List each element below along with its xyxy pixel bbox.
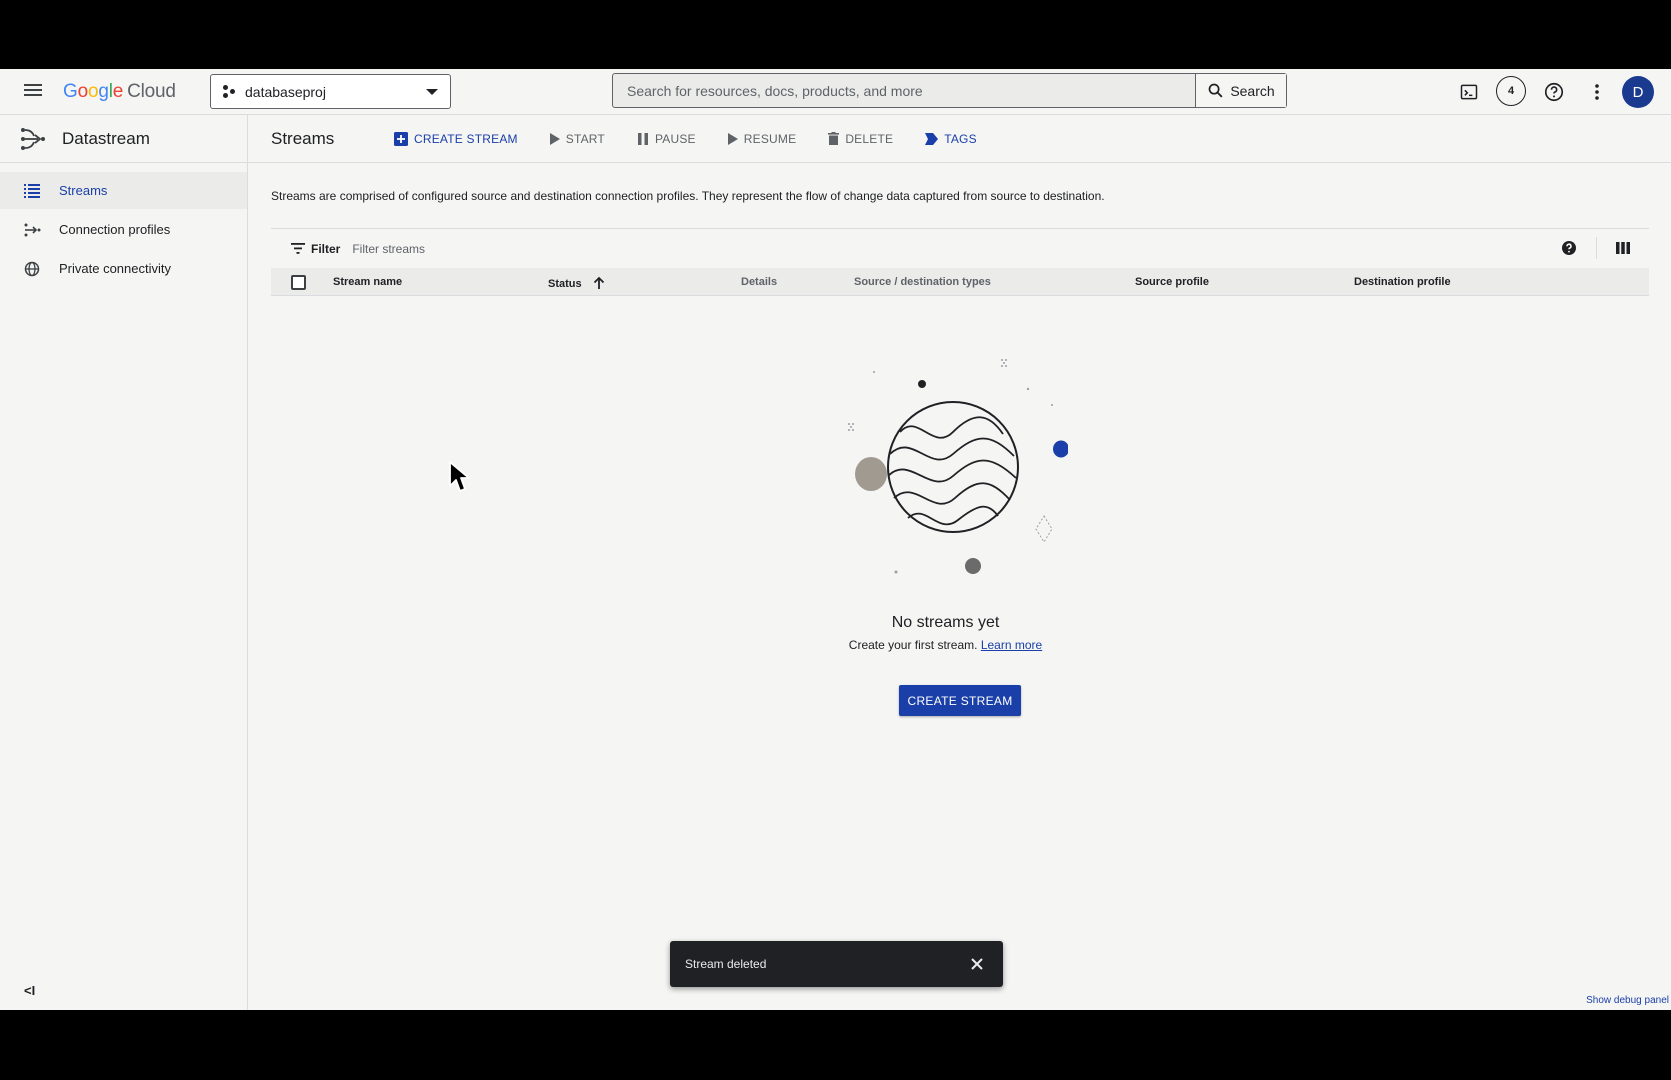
pause-button[interactable]: PAUSE: [637, 132, 696, 146]
add-box-icon: [394, 131, 408, 146]
caret-down-icon: [426, 89, 438, 95]
tags-button[interactable]: TAGS: [925, 132, 977, 146]
page-description: Streams are comprised of configured sour…: [271, 189, 1105, 203]
column-source-destination-types: Source / destination types: [854, 276, 991, 288]
resume-label: RESUME: [743, 131, 797, 146]
close-icon[interactable]: [969, 956, 985, 972]
datastream-icon: [21, 127, 45, 150]
project-picker[interactable]: databaseproj: [210, 74, 451, 109]
create-stream-label: CREATE STREAM: [414, 131, 518, 146]
column-source-profile[interactable]: Source profile: [1135, 276, 1209, 288]
empty-state-title: No streams yet: [891, 614, 1000, 631]
more-vert-icon[interactable]: [1583, 78, 1611, 106]
search-icon: [1208, 83, 1223, 98]
action-bar: Streams CREATE STREAM START PAUSE RESUME…: [248, 115, 1671, 163]
top-bar: GoogleCloud databaseproj Search 4 D: [0, 69, 1671, 115]
column-stream-name[interactable]: Stream name: [333, 276, 402, 288]
product-name: Datastream: [62, 128, 150, 148]
pause-label: PAUSE: [654, 131, 696, 146]
play-icon: [727, 132, 738, 145]
main-content: Streams CREATE STREAM START PAUSE RESUME…: [248, 115, 1671, 1010]
sidebar-item-private-connectivity[interactable]: Private connectivity: [0, 250, 247, 287]
search-button-label: Search: [1230, 82, 1275, 99]
cloud-shell-icon[interactable]: [1455, 78, 1483, 106]
resume-button[interactable]: RESUME: [727, 131, 797, 146]
tags-label: TAGS: [944, 131, 977, 146]
table-header: Stream name Status Details Source / dest…: [271, 268, 1649, 296]
pause-icon: [637, 132, 648, 145]
filter-input[interactable]: [352, 241, 753, 256]
learn-more-link[interactable]: Learn more: [981, 638, 1042, 652]
avatar[interactable]: D: [1622, 76, 1654, 108]
sidebar-item-connection-profiles[interactable]: Connection profiles: [0, 211, 247, 248]
sidebar: Datastream Streams Connection profiles P…: [0, 115, 248, 1010]
start-button[interactable]: START: [549, 131, 605, 146]
snackbar-message: Stream deleted: [685, 957, 767, 971]
column-details: Details: [741, 276, 778, 288]
column-destination-profile[interactable]: Destination profile: [1354, 276, 1451, 288]
column-status-label: Status: [548, 278, 582, 290]
sidebar-item-streams[interactable]: Streams: [0, 172, 247, 209]
filter-bar: Filter: [271, 228, 1649, 268]
google-cloud-logo[interactable]: Google Cloud: [63, 81, 176, 103]
filter-button[interactable]: Filter: [291, 242, 340, 256]
sidebar-item-label: Connection profiles: [59, 222, 171, 237]
show-debug-panel-link[interactable]: Show debug panel: [1586, 995, 1669, 1006]
help-icon[interactable]: [1540, 78, 1568, 106]
filter-icon: [291, 243, 305, 254]
search-input[interactable]: [613, 74, 1195, 107]
delete-button[interactable]: DELETE: [828, 132, 893, 146]
hamburger-menu-icon[interactable]: [22, 81, 44, 103]
list-icon: [23, 182, 41, 200]
page-title: Streams: [271, 128, 335, 148]
app-frame: GoogleCloud databaseproj Search 4 D: [0, 69, 1671, 1010]
divider: [1596, 237, 1597, 259]
notifications-count-badge[interactable]: 4: [1496, 76, 1526, 106]
project-name: databaseproj: [245, 83, 326, 100]
empty-state-text: Create your first stream.: [848, 638, 978, 652]
create-stream-button[interactable]: CREATE STREAM: [394, 131, 518, 146]
collapse-sidebar-button[interactable]: <I: [24, 983, 35, 998]
search-bar: Search: [612, 73, 1287, 108]
arrow-up-icon: [593, 276, 604, 289]
help-circle-icon[interactable]: [1561, 240, 1577, 256]
delete-label: DELETE: [845, 131, 894, 146]
empty-state-create-stream-button[interactable]: CREATE STREAM: [899, 685, 1021, 716]
filter-label: Filter: [311, 241, 341, 256]
empty-state-subtitle: Create your first stream. Learn more: [234, 638, 1657, 652]
tag-icon: [925, 132, 939, 145]
product-header: Datastream: [0, 115, 247, 163]
empty-state-illustration: [848, 359, 1068, 574]
start-label: START: [565, 131, 605, 146]
sidebar-item-label: Private connectivity: [59, 261, 171, 276]
mouse-cursor-icon: [449, 461, 470, 492]
snackbar: Stream deleted: [670, 941, 1003, 987]
column-status[interactable]: Status: [548, 276, 605, 290]
connection-icon: [23, 221, 41, 239]
play-icon: [549, 132, 560, 145]
globe-icon: [23, 260, 41, 278]
select-all-checkbox[interactable]: [291, 275, 306, 290]
trash-icon: [828, 132, 840, 145]
column-display-icon[interactable]: [1615, 240, 1631, 256]
search-button[interactable]: Search: [1195, 74, 1286, 107]
project-icon: [223, 84, 237, 99]
sidebar-item-label: Streams: [59, 183, 108, 198]
